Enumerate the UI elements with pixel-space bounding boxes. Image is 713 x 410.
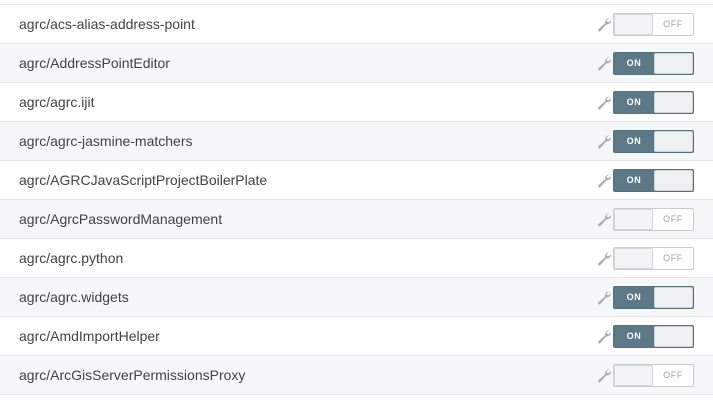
toggle-knob [614, 248, 653, 269]
repository-toggle[interactable]: OFF [613, 247, 694, 270]
toggle-knob [654, 287, 693, 308]
toggle-state-label: ON [626, 58, 642, 68]
repository-toggle[interactable]: OFF [613, 13, 694, 36]
toggle-knob [654, 53, 693, 74]
wrench-icon[interactable] [596, 212, 612, 228]
wrench-icon[interactable] [596, 56, 612, 72]
repository-toggle[interactable]: ON [613, 91, 694, 114]
toggle-state-label: ON [626, 136, 642, 146]
toggle-state-label: ON [626, 331, 642, 341]
repository-name: agrc/agrc.ijit [19, 94, 95, 110]
repository-row: agrc/AmdImportHelper ON [0, 317, 713, 356]
wrench-icon[interactable] [596, 368, 612, 384]
toggle-knob [654, 92, 693, 113]
toggle-state-label: ON [626, 97, 642, 107]
repository-row: agrc/AGRCJavaScriptProjectBoilerPlate ON [0, 161, 713, 200]
wrench-icon[interactable] [596, 95, 612, 111]
wrench-icon[interactable] [596, 290, 612, 306]
repository-row: agrc/acs-alias-address-point OFF [0, 5, 713, 44]
toggle-state-label: OFF [663, 19, 683, 29]
repository-toggle[interactable]: ON [613, 286, 694, 309]
repository-row: agrc/agrc.python OFF [0, 239, 713, 278]
wrench-icon[interactable] [596, 251, 612, 267]
repository-name: agrc/agrc.widgets [19, 289, 129, 305]
repository-toggle[interactable]: OFF [613, 208, 694, 231]
repository-list: agrc/acs-alias-address-point OFF agrc/Ad… [0, 4, 713, 395]
toggle-knob [614, 365, 653, 386]
toggle-knob [654, 131, 693, 152]
toggle-knob [614, 14, 653, 35]
repository-toggle[interactable]: ON [613, 169, 694, 192]
repository-name: agrc/ArcGisServerPermissionsProxy [19, 367, 246, 383]
wrench-icon[interactable] [596, 134, 612, 150]
repository-row: agrc/agrc-jasmine-matchers ON [0, 122, 713, 161]
toggle-state-label: OFF [663, 214, 683, 224]
wrench-icon[interactable] [596, 17, 612, 33]
repository-toggle[interactable]: OFF [613, 364, 694, 387]
toggle-knob [654, 170, 693, 191]
repository-row: agrc/ArcGisServerPermissionsProxy OFF [0, 356, 713, 395]
toggle-state-label: OFF [663, 370, 683, 380]
repository-name: agrc/agrc.python [19, 250, 124, 266]
repository-row: agrc/AddressPointEditor ON [0, 44, 713, 83]
wrench-icon[interactable] [596, 329, 612, 345]
wrench-icon[interactable] [596, 173, 612, 189]
repository-name: agrc/AmdImportHelper [19, 328, 160, 344]
toggle-knob [654, 326, 693, 347]
repository-row: agrc/agrc.widgets ON [0, 278, 713, 317]
repository-name: agrc/AgrcPasswordManagement [19, 211, 223, 227]
toggle-state-label: OFF [663, 253, 683, 263]
repository-toggle[interactable]: ON [613, 130, 694, 153]
repository-toggle[interactable]: ON [613, 52, 694, 75]
toggle-knob [614, 209, 653, 230]
repository-row: agrc/AgrcPasswordManagement OFF [0, 200, 713, 239]
repository-toggle[interactable]: ON [613, 325, 694, 348]
repository-name: agrc/AddressPointEditor [19, 55, 170, 71]
repository-name: agrc/acs-alias-address-point [19, 16, 195, 32]
repository-name: agrc/AGRCJavaScriptProjectBoilerPlate [19, 172, 268, 188]
repository-row: agrc/agrc.ijit ON [0, 83, 713, 122]
toggle-state-label: ON [626, 292, 642, 302]
repository-name: agrc/agrc-jasmine-matchers [19, 133, 193, 149]
toggle-state-label: ON [626, 175, 642, 185]
